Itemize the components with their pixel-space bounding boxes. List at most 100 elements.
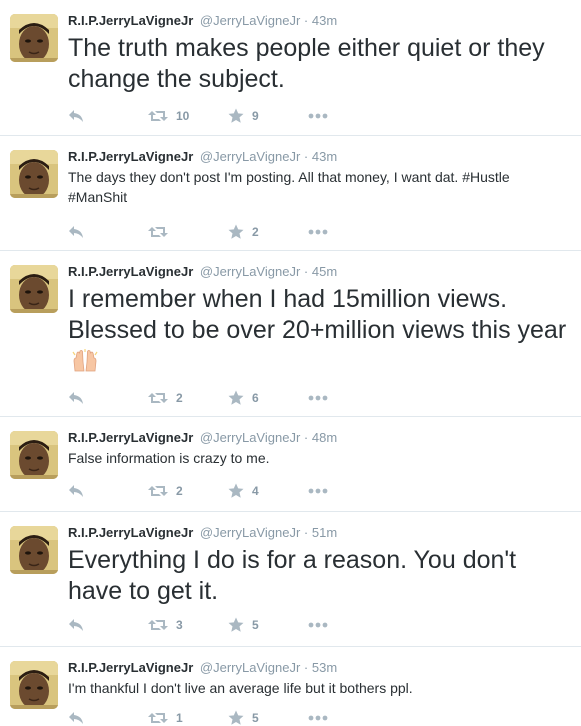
avatar[interactable] [10,526,58,574]
reply-icon [68,484,84,498]
retweet-count: 2 [176,391,183,405]
tweet-text: I remember when I had 15million views. B… [68,284,571,381]
timestamp[interactable]: 48m [312,430,337,445]
reply-button[interactable] [68,483,84,499]
separator: · [303,13,309,28]
tweet-actions: 2 4 [68,483,368,499]
reply-button[interactable] [68,108,84,124]
retweet-button[interactable]: 2 [148,390,183,406]
tweet-header: R.I.P.JerryLaVigneJr @JerryLaVigneJr · 5… [68,660,337,676]
timestamp[interactable]: 43m [312,13,337,28]
user-handle[interactable]: @JerryLaVigneJr [200,149,300,164]
timestamp[interactable]: 53m [312,660,337,675]
tweet-text: The days they don't post I'm posting. Al… [68,167,571,207]
retweet-button[interactable]: 2 [148,483,183,499]
tweet-header: R.I.P.JerryLaVigneJr @JerryLaVigneJr · 5… [68,525,337,541]
avatar[interactable] [10,150,58,198]
tweet[interactable]: R.I.P.JerryLaVigneJr @JerryLaVigneJr · 4… [0,251,581,417]
retweet-count: 2 [176,484,183,498]
hashtag[interactable]: #Hustle [462,169,509,185]
user-handle[interactable]: @JerryLaVigneJr [200,430,300,445]
favorite-count: 9 [252,109,259,123]
tweet[interactable]: R.I.P.JerryLaVigneJr @JerryLaVigneJr · 4… [0,0,581,136]
favorite-button[interactable]: 6 [228,390,259,406]
avatar[interactable] [10,265,58,313]
raised-hands-emoji [72,349,98,381]
hashtag[interactable]: #ManShit [68,189,127,205]
favorite-button[interactable]: 9 [228,108,259,124]
tweet-text: I'm thankful I don't live an average lif… [68,680,413,696]
favorite-button[interactable]: 4 [228,483,259,499]
user-handle[interactable]: @JerryLaVigneJr [200,660,300,675]
more-button[interactable] [308,224,328,240]
tweet-actions: 2 6 [68,390,368,406]
user-fullname[interactable]: R.I.P.JerryLaVigneJr [68,264,193,279]
reply-icon [68,618,84,632]
reply-button[interactable] [68,390,84,406]
retweet-icon [148,225,168,239]
star-icon [228,710,244,726]
timestamp[interactable]: 51m [312,525,337,540]
tweet-text-body: The days they don't post I'm posting. Al… [68,169,459,185]
retweet-icon [148,391,168,405]
more-button[interactable] [308,483,328,499]
retweet-count: 3 [176,618,183,632]
timestamp[interactable]: 43m [312,149,337,164]
retweet-count: 1 [176,711,183,725]
tweet-actions: 2 [68,224,368,240]
retweet-icon [148,484,168,498]
user-fullname[interactable]: R.I.P.JerryLaVigneJr [68,660,193,675]
user-fullname[interactable]: R.I.P.JerryLaVigneJr [68,430,193,445]
reply-button[interactable] [68,224,84,240]
tweet-actions: 10 9 [68,108,368,124]
more-button[interactable] [308,617,328,633]
tweet[interactable]: R.I.P.JerryLaVigneJr @JerryLaVigneJr · 5… [0,512,581,647]
more-icon [308,113,328,119]
avatar[interactable] [10,431,58,479]
retweet-button[interactable]: 1 [148,710,183,726]
tweet-text: The truth makes people either quiet or t… [68,34,545,93]
tweet-header: R.I.P.JerryLaVigneJr @JerryLaVigneJr · 4… [68,149,337,165]
avatar[interactable] [10,661,58,709]
reply-button[interactable] [68,617,84,633]
favorite-button[interactable]: 5 [228,710,259,726]
reply-icon [68,225,84,239]
retweet-button[interactable]: 10 [148,108,189,124]
more-button[interactable] [308,108,328,124]
user-fullname[interactable]: R.I.P.JerryLaVigneJr [68,149,193,164]
more-button[interactable] [308,390,328,406]
favorite-button[interactable]: 2 [228,224,259,240]
more-icon [308,229,328,235]
retweet-button[interactable]: 3 [148,617,183,633]
favorite-count: 6 [252,391,259,405]
tweet-actions: 3 5 [68,617,368,633]
user-fullname[interactable]: R.I.P.JerryLaVigneJr [68,13,193,28]
more-button[interactable] [308,710,328,726]
star-icon [228,224,244,240]
star-icon [228,108,244,124]
separator: · [303,660,309,675]
favorite-count: 5 [252,618,259,632]
tweet-text: Everything I do is for a reason. You don… [68,546,517,605]
user-handle[interactable]: @JerryLaVigneJr [200,525,300,540]
tweet-text: False information is crazy to me. [68,450,270,466]
more-icon [308,395,328,401]
retweet-icon [148,109,168,123]
user-handle[interactable]: @JerryLaVigneJr [200,13,300,28]
reply-icon [68,109,84,123]
avatar[interactable] [10,14,58,62]
tweet[interactable]: R.I.P.JerryLaVigneJr @JerryLaVigneJr · 4… [0,136,581,251]
tweet[interactable]: R.I.P.JerryLaVigneJr @JerryLaVigneJr · 5… [0,647,581,725]
timestamp[interactable]: 45m [312,264,337,279]
tweet-header: R.I.P.JerryLaVigneJr @JerryLaVigneJr · 4… [68,264,337,280]
user-handle[interactable]: @JerryLaVigneJr [200,264,300,279]
separator: · [303,149,309,164]
more-icon [308,715,328,721]
favorite-button[interactable]: 5 [228,617,259,633]
user-fullname[interactable]: R.I.P.JerryLaVigneJr [68,525,193,540]
separator: · [303,525,309,540]
retweet-button[interactable] [148,224,176,240]
tweet[interactable]: R.I.P.JerryLaVigneJr @JerryLaVigneJr · 4… [0,417,581,512]
reply-button[interactable] [68,710,84,726]
retweet-icon [148,711,168,725]
